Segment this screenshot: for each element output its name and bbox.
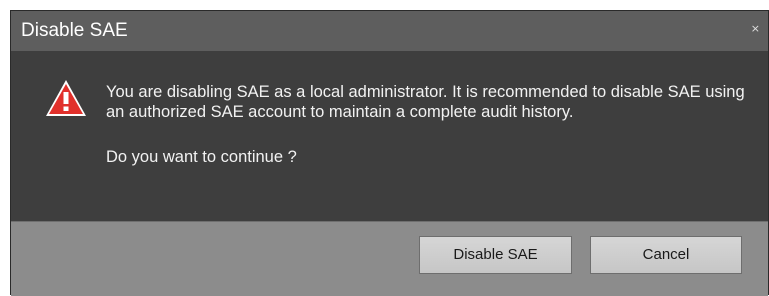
- cancel-button[interactable]: Cancel: [590, 236, 742, 274]
- disable-sae-dialog: Disable SAE × You are disabling SAE as a…: [10, 10, 769, 296]
- dialog-footer: Disable SAE Cancel: [11, 221, 768, 296]
- dialog-body: You are disabling SAE as a local adminis…: [11, 51, 768, 221]
- disable-sae-button[interactable]: Disable SAE: [419, 236, 572, 274]
- close-icon[interactable]: ×: [751, 22, 760, 35]
- dialog-question: Do you want to continue ?: [106, 148, 297, 166]
- dialog-titlebar: Disable SAE ×: [11, 11, 768, 51]
- dialog-title: Disable SAE: [21, 20, 128, 41]
- dialog-message: You are disabling SAE as a local adminis…: [106, 83, 745, 121]
- warning-icon: [46, 80, 86, 116]
